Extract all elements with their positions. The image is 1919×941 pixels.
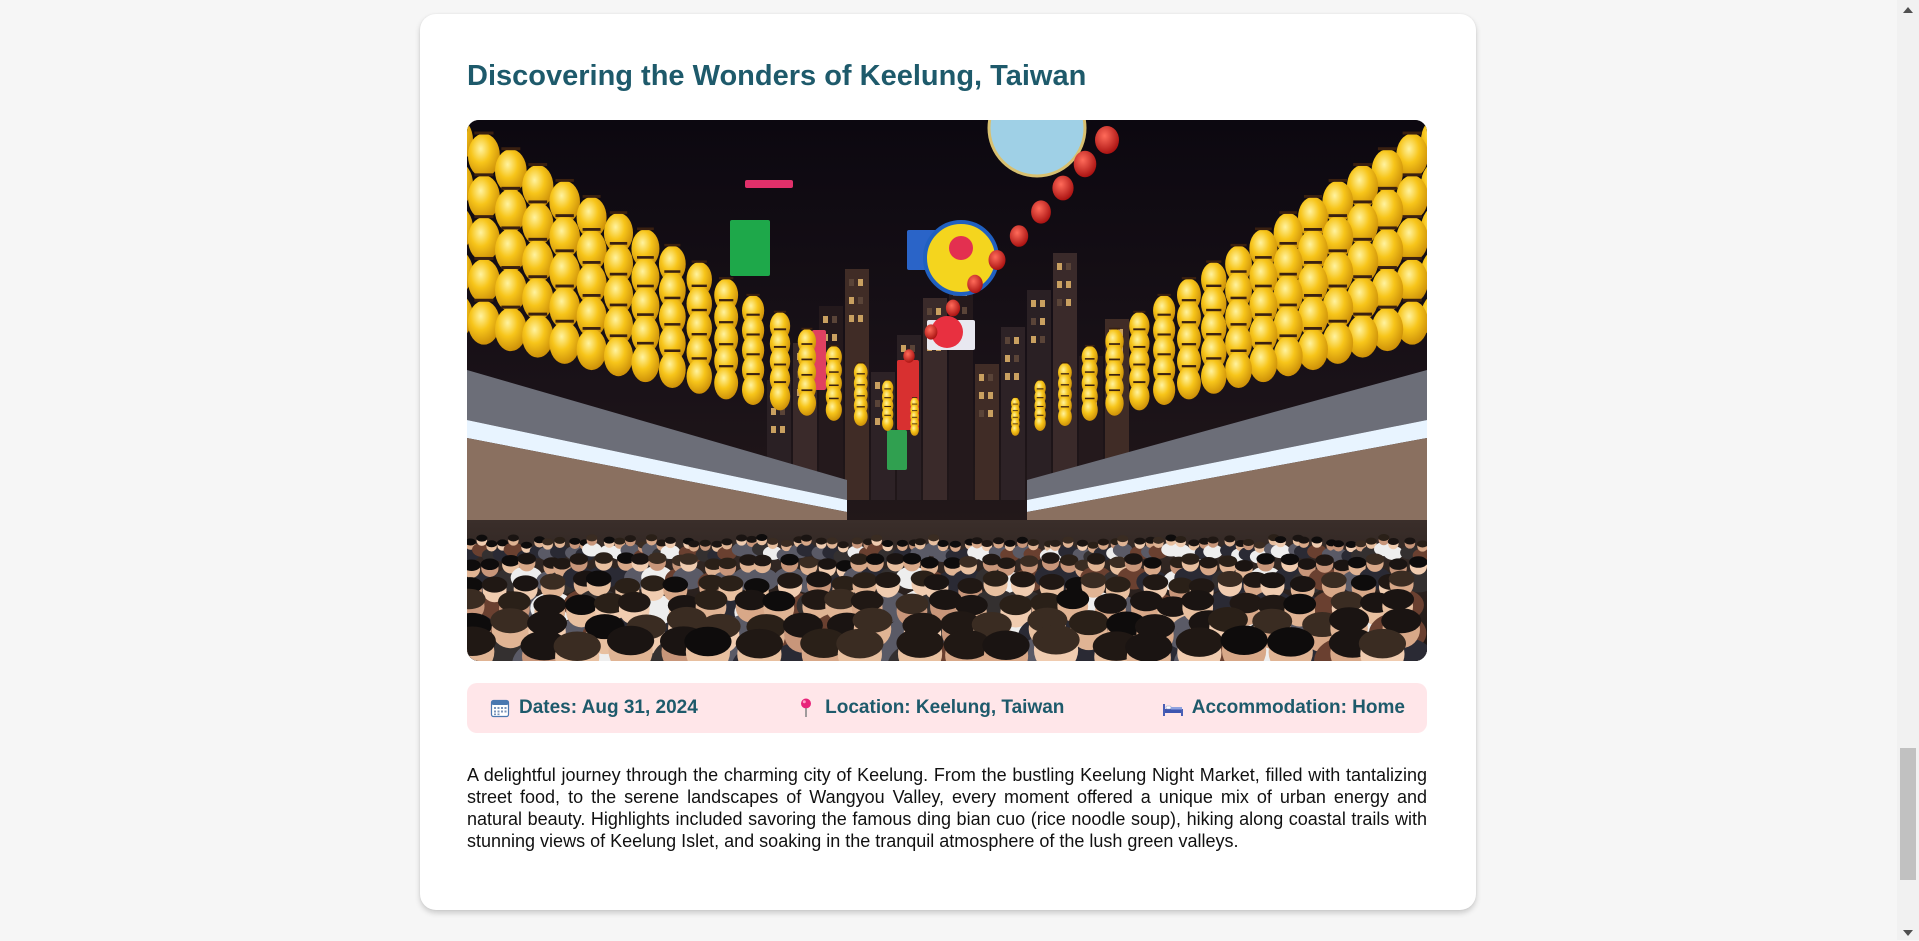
hero-image <box>467 120 1427 661</box>
article-title: Discovering the Wonders of Keelung, Taiw… <box>467 60 1086 93</box>
scrollbar-thumb[interactable] <box>1900 748 1916 880</box>
article-card: Discovering the Wonders of Keelung, Taiw… <box>420 14 1476 910</box>
location-label: Location: Keelung, Taiwan <box>825 697 1064 719</box>
triangle-down-icon <box>1903 923 1913 941</box>
accommodation-label: Accommodation: Home <box>1192 697 1405 719</box>
vertical-scrollbar[interactable] <box>1897 0 1919 940</box>
triangle-up-icon <box>1903 0 1913 18</box>
calendar-icon <box>489 697 511 719</box>
bed-icon <box>1162 697 1184 719</box>
scroll-up-button[interactable] <box>1897 0 1919 17</box>
scroll-down-button[interactable] <box>1897 923 1919 940</box>
article-description: A delightful journey through the charmin… <box>467 764 1427 852</box>
pin-icon <box>795 697 817 719</box>
accommodation-info: Accommodation: Home <box>1162 697 1405 719</box>
dates-label: Dates: Aug 31, 2024 <box>519 697 698 719</box>
location-info: Location: Keelung, Taiwan <box>795 697 1064 719</box>
dates-info: Dates: Aug 31, 2024 <box>489 697 698 719</box>
page-viewport: Discovering the Wonders of Keelung, Taiw… <box>0 0 1897 940</box>
trip-info-bar: Dates: Aug 31, 2024 Location: Keelung, T… <box>467 683 1427 733</box>
